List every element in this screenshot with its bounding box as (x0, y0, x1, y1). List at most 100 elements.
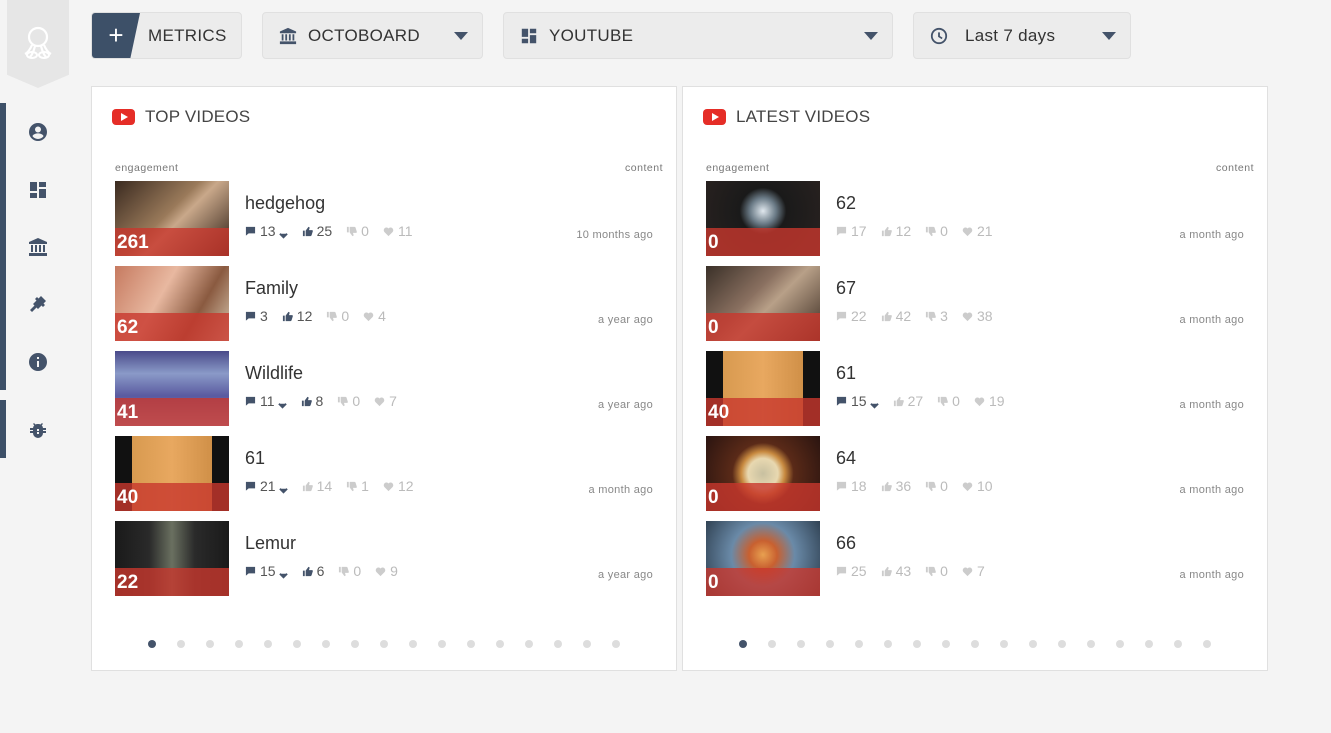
comments-stat[interactable]: 3 (245, 308, 268, 324)
pagination-dot[interactable] (322, 640, 330, 648)
chevron-down-icon[interactable] (278, 567, 288, 579)
video-title[interactable]: 62 (836, 193, 856, 214)
chevron-down-icon[interactable] (869, 397, 879, 409)
chevron-down-icon[interactable] (278, 227, 288, 239)
pagination-dot[interactable] (525, 640, 533, 648)
pagination-dot[interactable] (1203, 640, 1211, 648)
pagination-dot[interactable] (1087, 640, 1095, 648)
video-thumbnail[interactable]: 0 (706, 521, 820, 596)
pagination-dot[interactable] (1058, 640, 1066, 648)
sidebar-item-accounts[interactable] (24, 233, 52, 261)
video-thumbnail[interactable]: 40 (706, 351, 820, 426)
video-row[interactable]: 41 Wildlife 11 8 0 7 a year ago (115, 351, 653, 427)
video-row[interactable]: 0 66 25 43 0 7 a month ago (706, 521, 1244, 597)
pagination-dot[interactable] (884, 640, 892, 648)
video-row[interactable]: 0 67 22 42 3 38 a month ago (706, 266, 1244, 342)
video-title[interactable]: 67 (836, 278, 856, 299)
octoboard-logo[interactable] (7, 0, 69, 88)
pagination-dot[interactable] (293, 640, 301, 648)
video-thumbnail[interactable]: 0 (706, 181, 820, 256)
video-row[interactable]: 62 Family 3 12 0 4 a year ago (115, 266, 653, 342)
engagement-score: 62 (117, 317, 139, 338)
pagination-dot[interactable] (1029, 640, 1037, 648)
video-thumbnail[interactable]: 0 (706, 266, 820, 341)
comments-count: 25 (851, 563, 867, 579)
video-row[interactable]: 0 64 18 36 0 10 a month ago (706, 436, 1244, 512)
video-title[interactable]: Family (245, 278, 298, 299)
sidebar-item-integrations[interactable] (24, 290, 52, 318)
comments-stat[interactable]: 15 (245, 563, 288, 579)
pagination-dot[interactable] (913, 640, 921, 648)
pagination-dot[interactable] (1000, 640, 1008, 648)
pagination-dot[interactable] (1145, 640, 1153, 648)
pagination-dot[interactable] (739, 640, 747, 648)
pagination-dot[interactable] (554, 640, 562, 648)
score-overlay (706, 568, 820, 596)
video-title[interactable]: 66 (836, 533, 856, 554)
video-thumbnail[interactable]: 41 (115, 351, 229, 426)
pagination-dot[interactable] (148, 640, 156, 648)
sidebar-item-info[interactable] (24, 348, 52, 376)
video-row[interactable]: 0 62 17 12 0 21 a month ago (706, 181, 1244, 257)
comments-stat[interactable]: 25 (836, 563, 867, 579)
video-thumbnail[interactable]: 40 (115, 436, 229, 511)
score-overlay (706, 313, 820, 341)
comments-stat[interactable]: 22 (836, 308, 867, 324)
dislikes-count: 0 (940, 223, 948, 239)
period-select[interactable]: Last 7 days (913, 12, 1131, 59)
video-thumbnail[interactable]: 261 (115, 181, 229, 256)
sidebar-item-dashboards[interactable] (24, 176, 52, 204)
pagination-dot[interactable] (467, 640, 475, 648)
board-select[interactable]: OCTOBOARD (262, 12, 483, 59)
sidebar-item-debug[interactable] (24, 415, 52, 443)
video-thumbnail[interactable]: 0 (706, 436, 820, 511)
pagination-dot[interactable] (971, 640, 979, 648)
pagination-dot[interactable] (206, 640, 214, 648)
comments-stat[interactable]: 11 (245, 393, 287, 409)
dislikes-count: 3 (940, 308, 948, 324)
pagination-dot[interactable] (1116, 640, 1124, 648)
pagination-dot[interactable] (583, 640, 591, 648)
pagination-dot[interactable] (1174, 640, 1182, 648)
pagination-dot[interactable] (612, 640, 620, 648)
comments-stat[interactable]: 21 (245, 478, 288, 494)
pagination-dot[interactable] (409, 640, 417, 648)
video-title[interactable]: Wildlife (245, 363, 303, 384)
video-title[interactable]: 64 (836, 448, 856, 469)
add-metrics-button[interactable]: + METRICS (91, 12, 242, 59)
pagination-dot[interactable] (177, 640, 185, 648)
comments-stat[interactable]: 17 (836, 223, 867, 239)
video-thumbnail[interactable]: 62 (115, 266, 229, 341)
comments-stat[interactable]: 13 (245, 223, 288, 239)
chevron-down-icon[interactable] (277, 397, 287, 409)
pagination-dot[interactable] (942, 640, 950, 648)
dislikes-stat: 0 (925, 478, 948, 494)
video-title[interactable]: Lemur (245, 533, 296, 554)
pagination-dot[interactable] (768, 640, 776, 648)
source-select[interactable]: YOUTUBE (503, 12, 893, 59)
pagination-dot[interactable] (496, 640, 504, 648)
video-stats: 21 14 1 12 (245, 478, 428, 494)
video-published-time: a month ago (588, 484, 653, 496)
comments-stat[interactable]: 18 (836, 478, 867, 494)
video-thumbnail[interactable]: 22 (115, 521, 229, 596)
pagination-dot[interactable] (235, 640, 243, 648)
sidebar-item-account[interactable] (24, 118, 52, 146)
pagination-dot[interactable] (438, 640, 446, 648)
video-row[interactable]: 40 61 21 14 1 12 a month ago (115, 436, 653, 512)
pagination-dot[interactable] (380, 640, 388, 648)
video-title[interactable]: hedgehog (245, 193, 325, 214)
pagination-dot[interactable] (826, 640, 834, 648)
favorites-count: 7 (389, 393, 397, 409)
chevron-down-icon[interactable] (278, 482, 288, 494)
pagination-dot[interactable] (351, 640, 359, 648)
pagination-dot[interactable] (264, 640, 272, 648)
video-title[interactable]: 61 (245, 448, 265, 469)
video-row[interactable]: 261 hedgehog 13 25 0 11 10 months ago (115, 181, 653, 257)
video-row[interactable]: 40 61 15 27 0 19 a month ago (706, 351, 1244, 427)
video-row[interactable]: 22 Lemur 15 6 0 9 a year ago (115, 521, 653, 597)
video-title[interactable]: 61 (836, 363, 856, 384)
pagination-dot[interactable] (797, 640, 805, 648)
comments-stat[interactable]: 15 (836, 393, 879, 409)
pagination-dot[interactable] (855, 640, 863, 648)
